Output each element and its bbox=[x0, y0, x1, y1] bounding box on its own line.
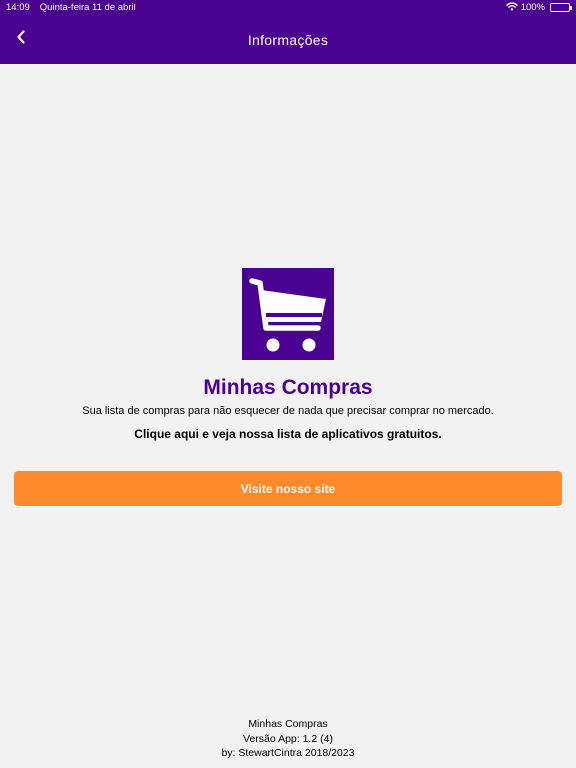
footer-app-name: Minhas Compras bbox=[248, 718, 328, 730]
battery-percent: 100% bbox=[520, 2, 545, 13]
status-right: 100% bbox=[505, 1, 572, 14]
app-logo bbox=[242, 268, 334, 360]
nav-bar: Informações bbox=[0, 15, 576, 64]
status-date: Quinta-feira 11 de abril bbox=[39, 2, 136, 13]
footer: Minhas Compras Versão App: 1.2 (4) by: S… bbox=[0, 717, 576, 761]
shopping-cart-icon bbox=[249, 278, 326, 352]
status-bar: 14:09 Quinta-feira 11 de abril 100% bbox=[0, 0, 576, 15]
status-time: 14:09 bbox=[6, 2, 30, 13]
footer-version: Versão App: 1.2 (4) bbox=[243, 732, 333, 745]
free-apps-link[interactable]: Clique aqui e veja nossa lista de aplica… bbox=[0, 427, 576, 441]
wifi-icon bbox=[505, 1, 518, 14]
app-name: Minhas Compras bbox=[203, 376, 373, 399]
chevron-left-icon bbox=[16, 29, 26, 49]
back-button[interactable] bbox=[10, 27, 32, 51]
battery-icon bbox=[550, 3, 572, 12]
visit-site-button[interactable]: Visite nosso site bbox=[14, 471, 562, 506]
page-title: Informações bbox=[247, 31, 329, 48]
app-description: Sua lista de compras para não esquecer d… bbox=[82, 405, 494, 417]
footer-author: by: StewartCintra 2018/2023 bbox=[221, 747, 355, 759]
